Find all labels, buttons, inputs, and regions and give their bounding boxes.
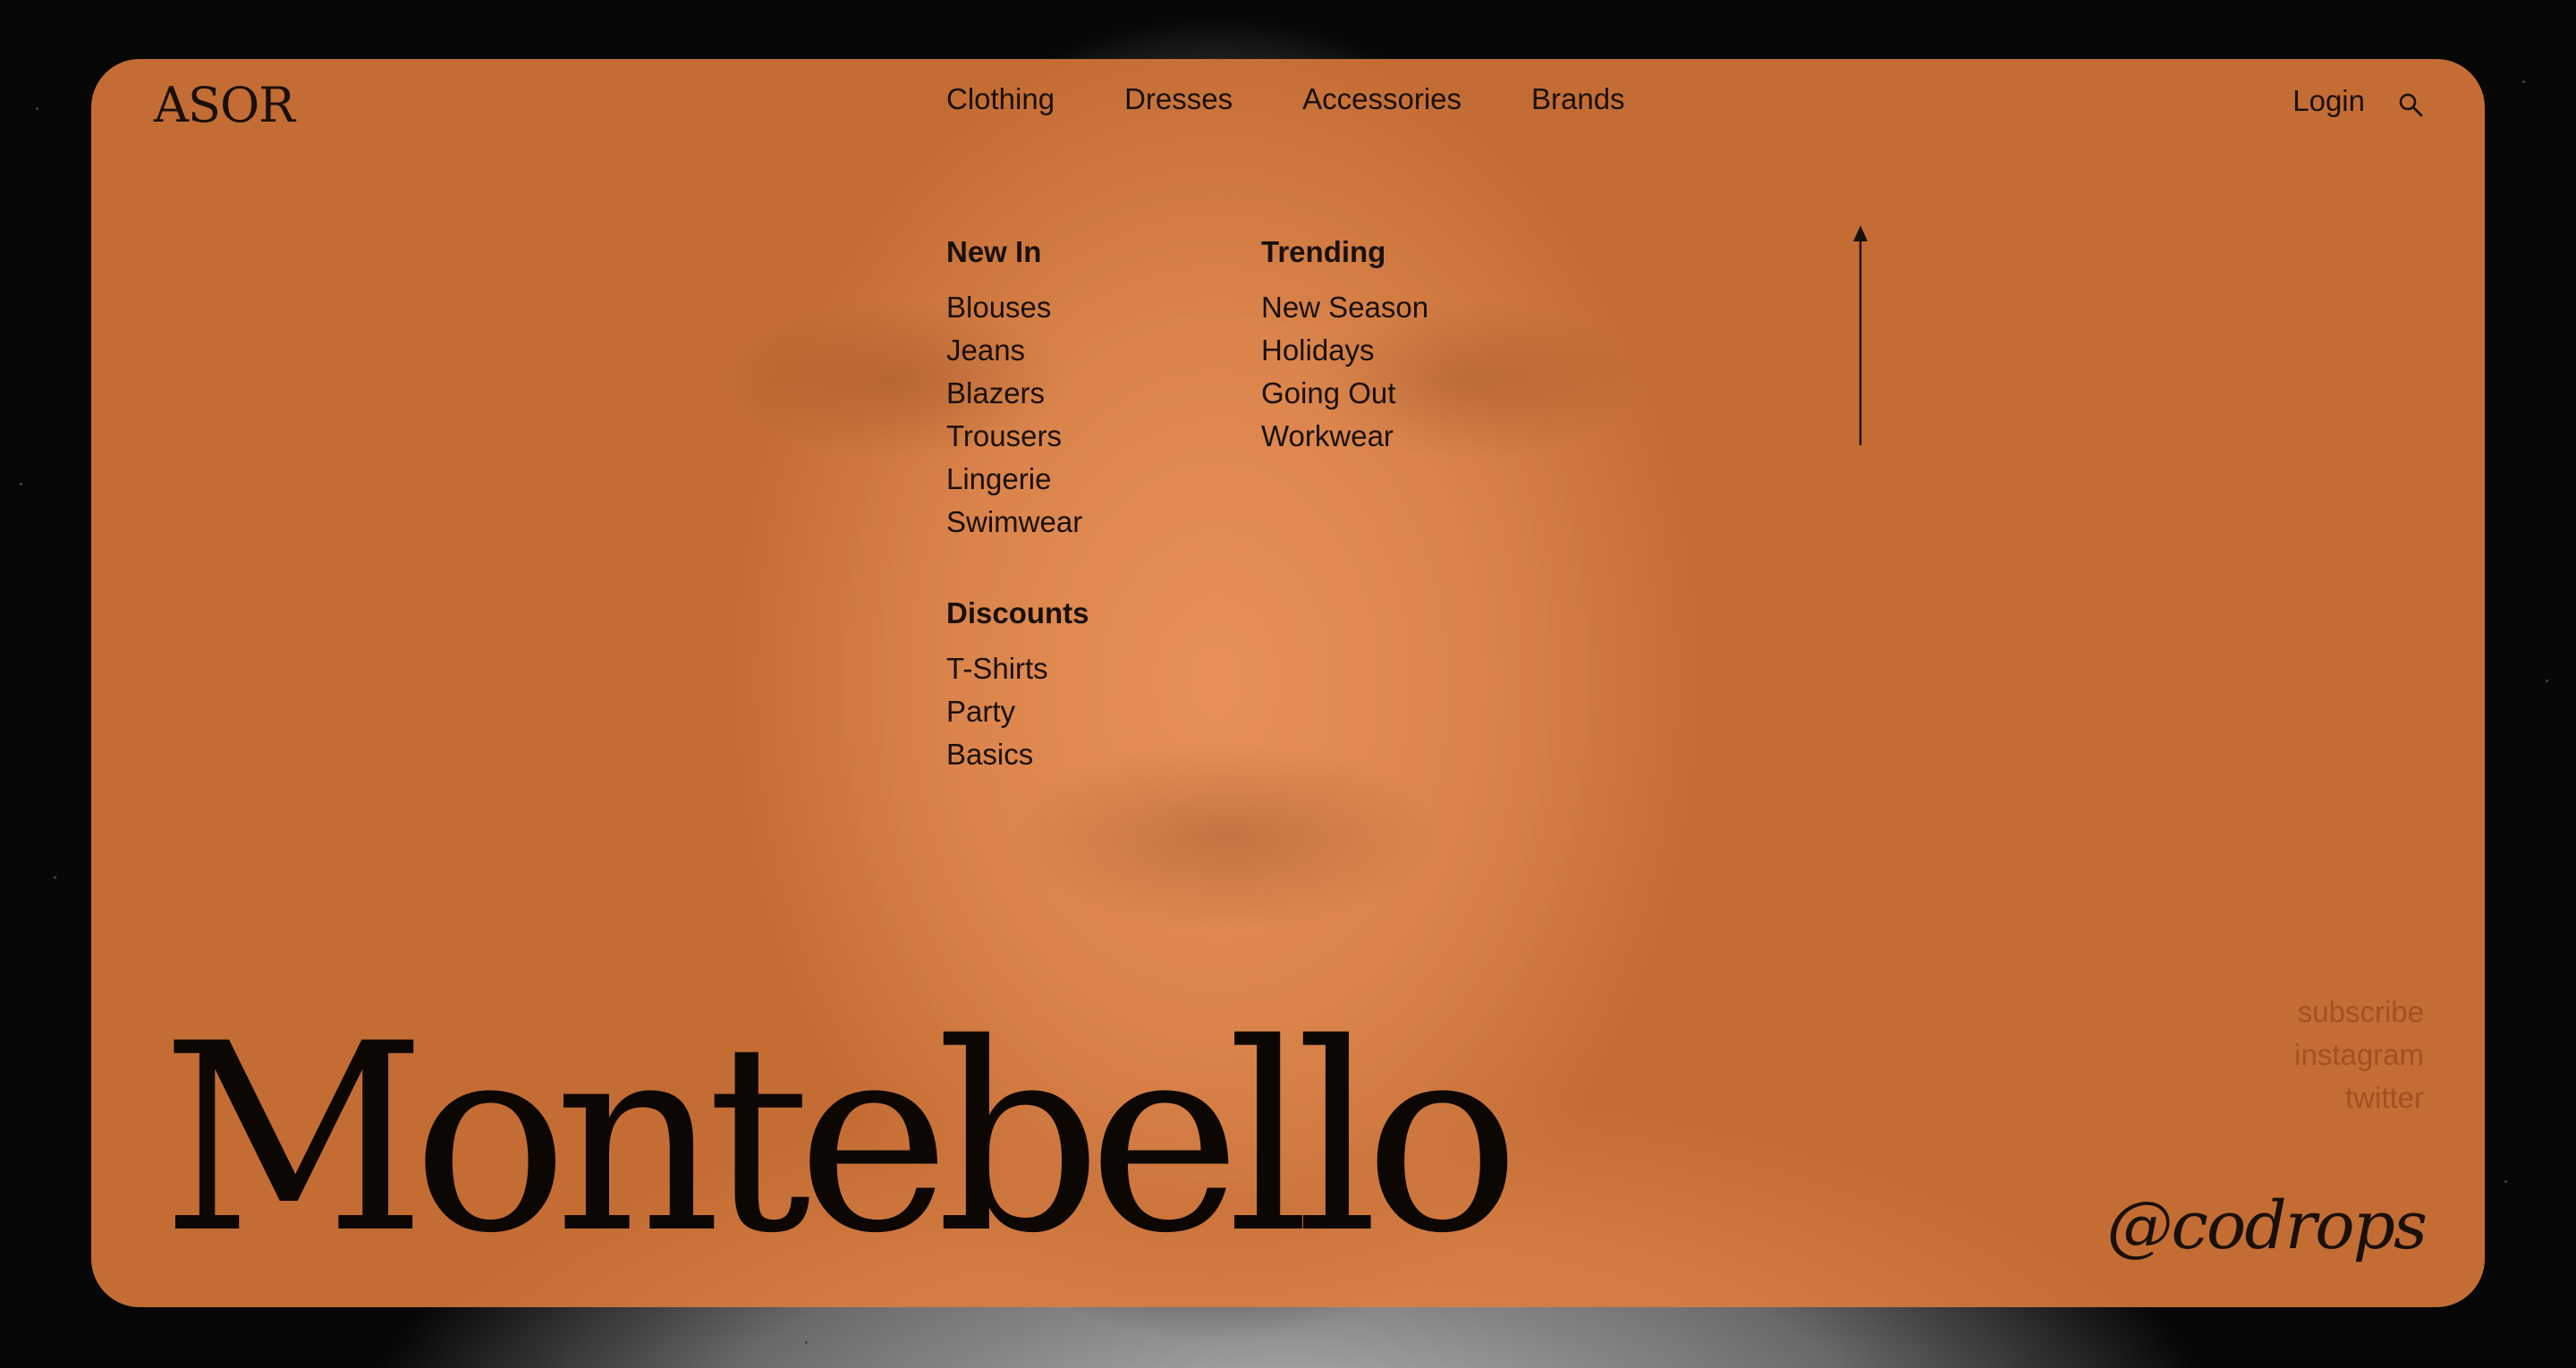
nav-item-accessories[interactable]: Accessories (1302, 82, 1462, 116)
menu-item-trousers[interactable]: Trousers (946, 415, 1082, 458)
menu-item-new-season[interactable]: New Season (1261, 286, 1428, 329)
menu-heading-trending: Trending (1261, 235, 1386, 268)
menu-item-blouses[interactable]: Blouses (946, 286, 1082, 329)
menu-list-discounts: T-Shirts Party Basics (946, 647, 1089, 776)
brand-logo[interactable]: ASOR (154, 77, 295, 133)
codrops-handle-link[interactable]: @codrops (2106, 1187, 2428, 1264)
menu-group-discounts: Discounts T-Shirts Party Basics (946, 595, 1089, 776)
nav-item-clothing[interactable]: Clothing (946, 82, 1055, 116)
menu-item-basics[interactable]: Basics (946, 733, 1089, 776)
search-icon[interactable] (2397, 91, 2424, 118)
menu-list-trending: New Season Holidays Going Out Workwear (1261, 286, 1428, 458)
menu-overlay-panel: ASOR Clothing Dresses Accessories Brands… (91, 59, 2485, 1307)
arrow-up-icon (1850, 225, 1871, 445)
menu-heading-discounts: Discounts (946, 596, 1089, 629)
menu-item-going-out[interactable]: Going Out (1261, 372, 1428, 415)
menu-list-new-in: Blouses Jeans Blazers Trousers Lingerie … (946, 286, 1082, 544)
login-link[interactable]: Login (2292, 84, 2365, 118)
main-nav: Clothing Dresses Accessories Brands (946, 82, 1695, 116)
menu-item-workwear[interactable]: Workwear (1261, 415, 1428, 458)
menu-item-holidays[interactable]: Holidays (1261, 329, 1428, 372)
menu-heading-new-in: New In (946, 235, 1042, 268)
twitter-link[interactable]: twitter (2294, 1077, 2424, 1119)
page: ASOR Clothing Dresses Accessories Brands… (0, 0, 2576, 1368)
menu-item-blazers[interactable]: Blazers (946, 372, 1082, 415)
menu-item-jeans[interactable]: Jeans (946, 329, 1082, 372)
hero-title: Montebello (161, 989, 1521, 1290)
menu-group-trending: Trending New Season Holidays Going Out W… (1261, 234, 1428, 458)
social-links: subscribe instagram twitter (2294, 991, 2424, 1119)
menu-group-new-in: New In Blouses Jeans Blazers Trousers Li… (946, 234, 1082, 544)
menu-item-swimwear[interactable]: Swimwear (946, 501, 1082, 544)
instagram-link[interactable]: instagram (2294, 1034, 2424, 1077)
nav-item-dresses[interactable]: Dresses (1124, 82, 1233, 116)
menu-item-t-shirts[interactable]: T-Shirts (946, 647, 1089, 690)
menu-item-party[interactable]: Party (946, 690, 1089, 733)
menu-item-lingerie[interactable]: Lingerie (946, 458, 1082, 501)
subscribe-link[interactable]: subscribe (2294, 991, 2424, 1034)
nav-item-brands[interactable]: Brands (1531, 82, 1625, 116)
